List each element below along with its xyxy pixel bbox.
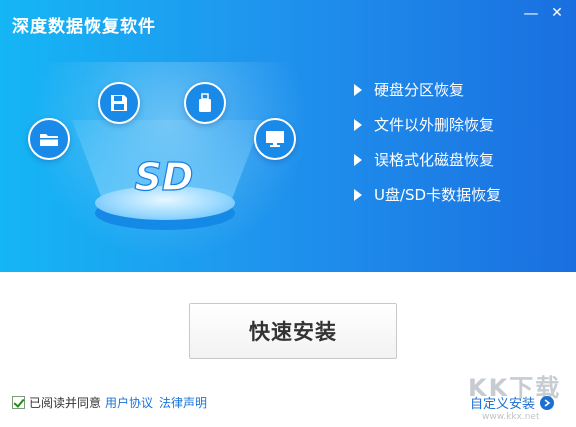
feature-label: U盘/SD卡数据恢复 bbox=[374, 186, 502, 204]
user-agreement-link[interactable]: 用户协议 bbox=[105, 394, 153, 411]
close-button[interactable]: ✕ bbox=[546, 2, 568, 24]
app-title: 深度数据恢复软件 bbox=[12, 17, 156, 37]
custom-install-link[interactable]: 自定义安装 bbox=[470, 393, 555, 412]
custom-install-label: 自定义安装 bbox=[470, 397, 536, 412]
play-arrow-icon bbox=[354, 84, 362, 96]
feature-label: 文件以外删除恢复 bbox=[374, 116, 495, 134]
sd-logo: SD bbox=[134, 154, 194, 199]
feature-item: 硬盘分区恢复 bbox=[354, 80, 501, 115]
play-arrow-icon bbox=[354, 119, 362, 131]
feature-label: 误格式化磁盘恢复 bbox=[374, 151, 495, 169]
feature-item: 误格式化磁盘恢复 bbox=[354, 150, 501, 185]
feature-item: 文件以外删除恢复 bbox=[354, 115, 501, 150]
feature-list: 硬盘分区恢复 文件以外删除恢复 误格式化磁盘恢复 U盘/SD卡数据恢复 bbox=[354, 80, 501, 220]
agree-checkbox[interactable] bbox=[12, 396, 25, 409]
quick-install-button[interactable]: 快速安装 bbox=[189, 303, 397, 359]
usb-drive-icon bbox=[184, 82, 226, 124]
play-arrow-icon bbox=[354, 154, 362, 166]
minimize-button[interactable]: — bbox=[520, 2, 542, 24]
watermark-url: www.kkx.net bbox=[482, 412, 540, 422]
folder-icon bbox=[28, 118, 70, 160]
header-banner: 深度数据恢复软件 — ✕ SD 硬盘分区恢复 文件以外删除恢复 误格式化磁盘恢复… bbox=[0, 0, 576, 272]
agree-label: 已阅读并同意 bbox=[29, 396, 102, 410]
floppy-disk-icon bbox=[98, 82, 140, 124]
sd-logo-text: SD bbox=[135, 155, 194, 199]
chevron-right-icon bbox=[540, 395, 555, 410]
play-arrow-icon bbox=[354, 189, 362, 201]
feature-label: 硬盘分区恢复 bbox=[374, 81, 465, 99]
agreement-row: 已阅读并同意 用户协议 法律声明 bbox=[12, 394, 213, 411]
feature-item: U盘/SD卡数据恢复 bbox=[354, 185, 501, 220]
monitor-icon bbox=[254, 118, 296, 160]
legal-notice-link[interactable]: 法律声明 bbox=[159, 394, 207, 411]
